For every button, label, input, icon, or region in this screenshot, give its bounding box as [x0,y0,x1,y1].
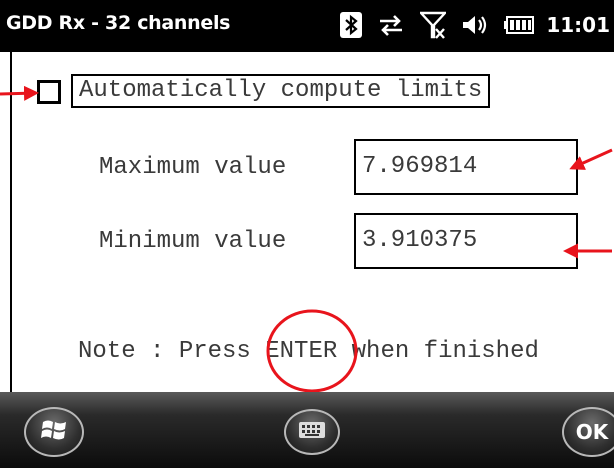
min-value-label: Minimum value [99,228,287,255]
min-value-field[interactable]: 3.910375 [354,213,578,269]
no-signal-icon[interactable] [420,11,447,39]
clock[interactable]: 11:01 [546,13,610,37]
window-title: GDD Rx - 32 channels [6,12,231,34]
keyboard-button[interactable] [284,409,340,455]
note-suffix: when finished [351,338,539,365]
auto-compute-checkbox[interactable] [37,80,61,104]
note-text: Note : Press ENTER when finished [78,338,539,365]
note-prefix: Note : Press [78,338,251,365]
start-button[interactable] [24,407,84,457]
battery-icon[interactable] [504,16,535,34]
data-sync-icon[interactable] [378,13,404,37]
max-value-field[interactable]: 7.969814 [354,139,578,195]
ok-button[interactable]: OK [562,407,614,457]
status-icons: 11:01 [324,10,610,40]
note-enter-key: ENTER [265,338,338,365]
status-bar: GDD Rx - 32 channels 11:01 [0,0,614,52]
auto-compute-label[interactable]: Automatically compute limits [71,74,491,108]
max-value-label: Maximum value [99,154,287,181]
keyboard-icon [299,421,325,443]
windows-start-icon [40,417,68,448]
bluetooth-icon[interactable] [340,12,363,38]
volume-icon[interactable] [462,13,488,37]
